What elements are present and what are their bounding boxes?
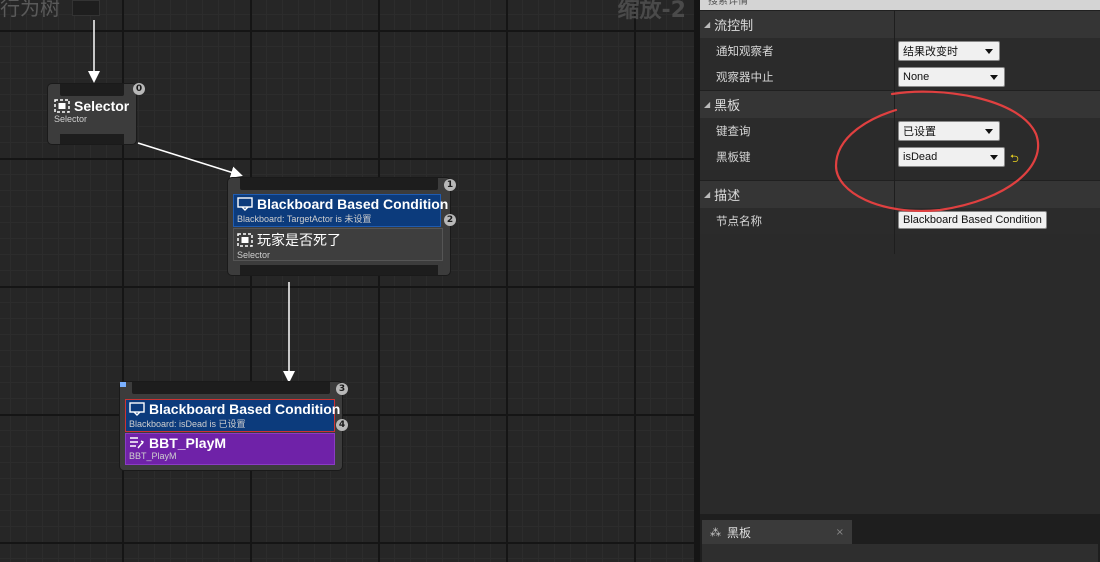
property-row: 键查询 已设置 [700, 118, 1100, 144]
selector-title: Selector [74, 98, 130, 114]
play-task-input-pin[interactable] [132, 382, 330, 394]
decorator-subtitle: Blackboard: isDead is 已设置 [129, 419, 246, 429]
collapse-arrow-icon: ◢ [704, 190, 711, 199]
task-icon [129, 436, 145, 450]
blackboard-icon: ⁂ [710, 525, 721, 539]
execution-index-badge: 2 [444, 214, 456, 226]
property-row: 通知观察者 结果改变时 [700, 38, 1100, 64]
execution-index-badge: 4 [336, 419, 348, 431]
details-search[interactable]: 搜索详情 [700, 0, 1100, 10]
chevron-down-icon [985, 128, 993, 134]
bottom-dock: ⁂ 黑板 × [700, 514, 1100, 562]
notify-observer-dropdown[interactable]: 结果改变时 [898, 41, 1000, 61]
task-body[interactable]: BBT_PlayM BBT_PlayM [125, 433, 335, 465]
decorator-icon [129, 402, 145, 416]
category-label: 描述 [714, 189, 741, 204]
task-title: BBT_PlayM [149, 435, 227, 451]
dead-check-subtitle: Selector [237, 250, 271, 260]
blackboard-decorator-selected[interactable]: Blackboard Based Condition Blackboard: i… [125, 399, 340, 432]
execution-index-badge: 1 [444, 179, 456, 191]
selector-node[interactable]: Selector Selector 0 [48, 83, 145, 144]
selector-subtitle: Selector [54, 114, 88, 124]
blackboard-tab-content [702, 544, 1098, 562]
dead-check-input-pin[interactable] [240, 178, 438, 190]
breakpoint-icon [120, 382, 126, 387]
property-label: 通知观察者 [716, 44, 774, 58]
category-flow-control[interactable]: ◢ 流控制 [700, 10, 1100, 38]
dead-check-selector-node[interactable]: 1 Blackboard Based Condition Blackboard:… [228, 178, 456, 275]
chevron-down-icon [990, 74, 998, 80]
category-label: 流控制 [714, 19, 754, 34]
collapse-arrow-icon: ◢ [704, 100, 711, 109]
blackboard-decorator[interactable]: Blackboard Based Condition Blackboard: T… [233, 194, 448, 227]
execution-index-badge: 3 [336, 383, 348, 395]
property-label: 黑板键 [716, 150, 751, 164]
decorator-subtitle: Blackboard: TargetActor is 未设置 [237, 214, 372, 224]
play-task-node[interactable]: 3 Blackboard Based Condition Blackboard:… [120, 382, 348, 470]
property-row: 黑板键 isDead ⮌ [700, 144, 1100, 170]
decorator-icon [237, 197, 253, 211]
node-name-field[interactable]: Blackboard Based Condition [898, 211, 1047, 229]
reset-arrow-icon[interactable]: ⮌ [1010, 150, 1019, 169]
selector-input-pin[interactable] [60, 84, 124, 96]
chevron-down-icon [990, 154, 998, 160]
close-icon[interactable]: × [836, 527, 844, 538]
category-description[interactable]: ◢ 描述 [700, 180, 1100, 208]
dead-check-body[interactable]: 玩家是否死了 Selector [233, 228, 443, 261]
property-label: 键查询 [716, 124, 751, 138]
property-label: 节点名称 [716, 214, 762, 228]
behavior-tree-graph[interactable]: 行为树 缩放-2 Selector Selector 0 1 Blackboar… [0, 0, 694, 562]
blackboard-key-dropdown[interactable]: isDead [898, 147, 1005, 167]
property-label: 观察器中止 [716, 70, 774, 84]
tab-label: 黑板 [727, 525, 752, 540]
category-blackboard[interactable]: ◢ 黑板 [700, 90, 1100, 118]
key-query-dropdown[interactable]: 已设置 [898, 121, 1000, 141]
column-divider[interactable] [894, 10, 895, 254]
collapse-arrow-icon: ◢ [704, 20, 711, 29]
task-subtitle: BBT_PlayM [129, 451, 177, 461]
dead-check-output-pin[interactable] [240, 265, 438, 275]
property-row: 节点名称 Blackboard Based Condition [700, 208, 1100, 234]
tab-blackboard[interactable]: ⁂ 黑板 × [702, 520, 852, 544]
dead-check-title: 玩家是否死了 [257, 232, 341, 248]
decorator-title: Blackboard Based Condition [257, 196, 449, 212]
selector-icon [54, 99, 70, 113]
selector-output-pin[interactable] [60, 134, 124, 144]
wire-selector-to-dead [137, 142, 243, 179]
property-row: 观察器中止 None [700, 64, 1100, 90]
category-label: 黑板 [714, 99, 741, 114]
selector-icon [237, 233, 253, 247]
chevron-down-icon [985, 48, 993, 54]
details-panel: 搜索详情 ◢ 流控制 通知观察者 结果改变时 观察器中止 None ◢ 黑板 键… [700, 0, 1100, 514]
execution-index-badge: 0 [133, 83, 145, 95]
decorator-title: Blackboard Based Condition [149, 401, 341, 417]
observer-aborts-dropdown[interactable]: None [898, 67, 1005, 87]
